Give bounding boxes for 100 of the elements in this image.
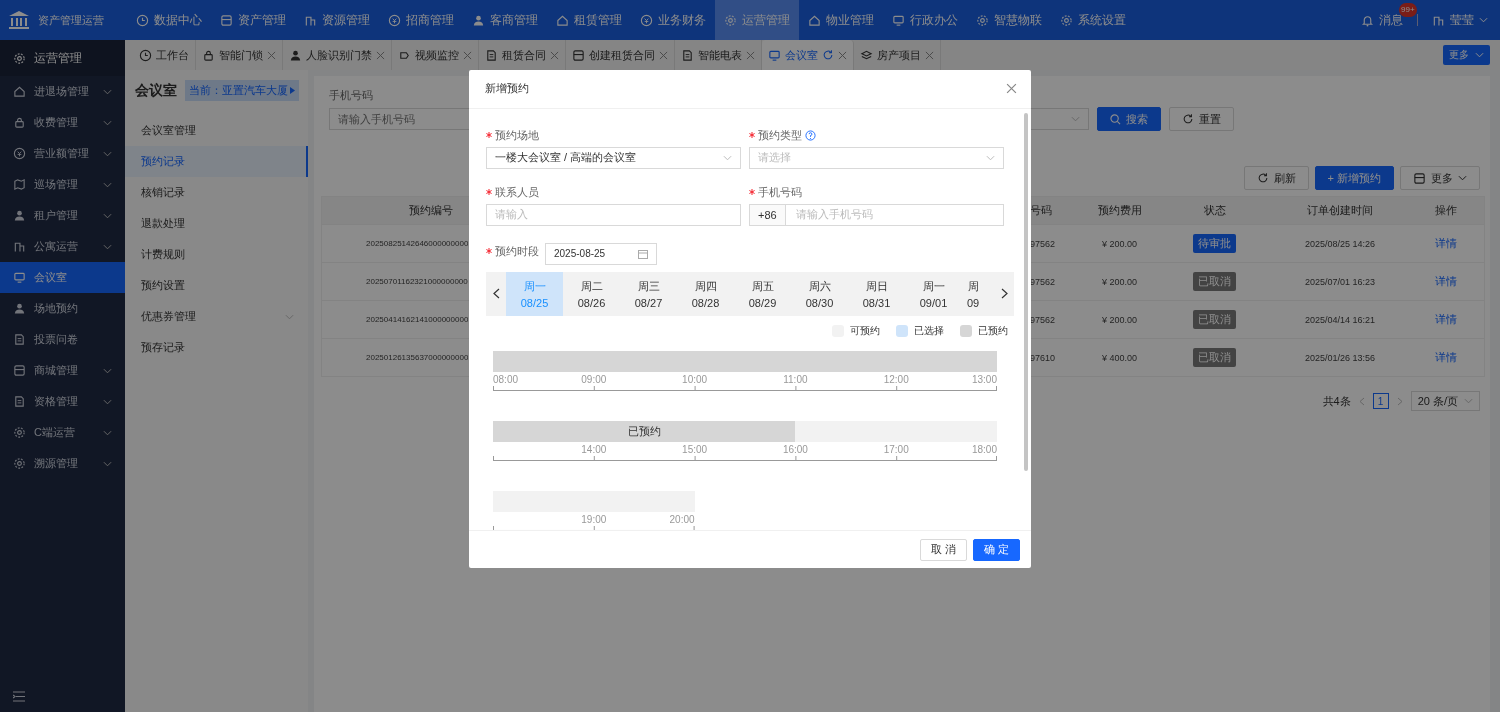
- nav-item[interactable]: 资产管理: [211, 0, 295, 40]
- nav-item[interactable]: 系统设置: [1051, 0, 1135, 40]
- nav-item[interactable]: 物业管理: [799, 0, 883, 40]
- sidebar-item[interactable]: 收费管理: [0, 107, 125, 138]
- submenu-item[interactable]: 优惠券管理: [125, 301, 308, 332]
- day-option[interactable]: 周二 08/26: [563, 271, 620, 316]
- sidebar-item[interactable]: C端运营: [0, 417, 125, 448]
- page-size-select[interactable]: 20 条/页: [1410, 391, 1480, 411]
- sidebar-item[interactable]: 投票问卷: [0, 324, 125, 355]
- submenu-item[interactable]: 计费规则: [125, 239, 308, 270]
- more-button[interactable]: 更多: [1443, 45, 1490, 65]
- sidebar-item[interactable]: 场地预约: [0, 293, 125, 324]
- nav-item[interactable]: 招商管理: [379, 0, 463, 40]
- booked-time-slot[interactable]: 已预约: [493, 420, 796, 442]
- details-link[interactable]: 详情: [1429, 349, 1463, 366]
- close-icon[interactable]: [376, 50, 385, 60]
- sidebar-item[interactable]: 租户管理: [0, 200, 125, 231]
- monitor-icon: [892, 13, 905, 27]
- close-icon[interactable]: [746, 50, 755, 60]
- nav-item[interactable]: 运营管理: [715, 0, 799, 40]
- coin-icon: [388, 13, 401, 27]
- submenu-item[interactable]: 退款处理: [125, 208, 308, 239]
- select-field[interactable]: 一楼大会议室 / 高端的会议室: [486, 146, 741, 169]
- monitor-icon: [768, 48, 781, 62]
- submenu-item[interactable]: 预存记录: [125, 332, 308, 363]
- help-icon[interactable]: [805, 129, 816, 141]
- submenu-item[interactable]: 核销记录: [125, 177, 308, 208]
- table-cell: ¥ 200.00: [1082, 224, 1157, 262]
- page-button[interactable]: 1: [1372, 393, 1389, 409]
- submenu-item[interactable]: 会议室管理: [125, 115, 308, 146]
- sidebar-item[interactable]: 商城管理: [0, 355, 125, 386]
- sidebar-item[interactable]: 溯源管理: [0, 448, 125, 479]
- column-header: 预约编号: [322, 197, 468, 224]
- details-link[interactable]: 详情: [1429, 235, 1463, 252]
- submenu-item[interactable]: 预约记录: [125, 146, 308, 177]
- date-picker[interactable]: 2025-08-25: [545, 242, 657, 265]
- house-icon: [556, 13, 569, 27]
- chevron-right-icon[interactable]: [1396, 396, 1403, 406]
- chevron-down-icon: [1464, 398, 1473, 404]
- house-icon: [808, 13, 821, 27]
- field-label: 预约类型: [758, 127, 802, 143]
- nav-item[interactable]: 租赁管理: [547, 0, 631, 40]
- close-icon[interactable]: [267, 50, 276, 60]
- close-icon[interactable]: [550, 50, 559, 60]
- sidebar-item[interactable]: 巡场管理: [0, 169, 125, 200]
- column-header: 预约费用: [1082, 197, 1157, 224]
- day-option[interactable]: 周六 08/30: [791, 271, 848, 316]
- sidebar-item[interactable]: 资格管理: [0, 386, 125, 417]
- nav-item[interactable]: 业务财务: [631, 0, 715, 40]
- day-option[interactable]: 周四 08/28: [677, 271, 734, 316]
- more-button[interactable]: 更多: [1400, 166, 1480, 190]
- field-label: 手机号码: [758, 184, 802, 200]
- nav-item[interactable]: 智慧物联: [967, 0, 1051, 40]
- nav-item[interactable]: 资源管理: [295, 0, 379, 40]
- scrollbar[interactable]: [1024, 112, 1028, 471]
- user-name[interactable]: 莹莹: [1450, 11, 1474, 29]
- day-option[interactable]: 周一 08/25: [506, 271, 563, 316]
- confirm-button[interactable]: 确 定: [972, 538, 1020, 561]
- table-cell: 2025/07/01 16:23: [1272, 262, 1408, 300]
- menu-icon[interactable]: [13, 691, 25, 702]
- refresh-button[interactable]: 刷新: [1243, 166, 1309, 190]
- nav-item[interactable]: 客商管理: [463, 0, 547, 40]
- nav-item[interactable]: 数据中心: [127, 0, 211, 40]
- legend-label: 可预约: [850, 323, 880, 338]
- cancel-button[interactable]: 取 消: [919, 538, 967, 561]
- day-option[interactable]: 周 09: [962, 271, 984, 316]
- chevron-left-icon[interactable]: [1358, 396, 1365, 406]
- table-cell: 2025/04/14 16:21: [1272, 300, 1408, 338]
- close-icon[interactable]: [838, 50, 847, 60]
- sidebar-item[interactable]: 营业额管理: [0, 138, 125, 169]
- submenu-item[interactable]: 预约设置: [125, 270, 308, 301]
- day-option[interactable]: 周日 08/31: [848, 271, 905, 316]
- day-option[interactable]: 周一 09/01: [905, 271, 962, 316]
- close-icon[interactable]: [659, 50, 668, 60]
- sidebar-item[interactable]: 进退场管理: [0, 76, 125, 107]
- nav-item[interactable]: 行政办公: [883, 0, 967, 40]
- person-icon: [472, 13, 485, 27]
- current-building-button[interactable]: 当前：亚置汽车大厦: [185, 80, 299, 101]
- details-link[interactable]: 详情: [1429, 311, 1463, 328]
- day-option[interactable]: 周三 08/27: [620, 271, 677, 316]
- time-label: 10:00: [682, 373, 708, 385]
- document-icon: [13, 395, 26, 408]
- close-icon[interactable]: [463, 50, 472, 60]
- sidebar-item[interactable]: 公寓运营: [0, 231, 125, 262]
- calendar-icon: [638, 248, 648, 259]
- close-icon[interactable]: [925, 50, 934, 60]
- search-button[interactable]: 搜索: [1097, 107, 1161, 131]
- details-link[interactable]: 详情: [1429, 273, 1463, 290]
- day-option[interactable]: 周五 08/29: [734, 271, 791, 316]
- person-icon: [13, 302, 26, 315]
- close-icon[interactable]: [1006, 83, 1017, 95]
- booked-time-slot[interactable]: [493, 350, 997, 372]
- legend-label: 已预约: [978, 323, 1008, 338]
- add-booking-button[interactable]: + 新增预约: [1314, 166, 1394, 190]
- reset-button[interactable]: 重置: [1169, 107, 1234, 131]
- page-tab[interactable]: 会议室: [762, 40, 854, 70]
- time-label: 09:00: [581, 373, 607, 385]
- table-cell: ¥ 200.00: [1082, 262, 1157, 300]
- sidebar-item[interactable]: 会议室: [0, 262, 125, 293]
- chevron-down-icon: [1458, 175, 1467, 181]
